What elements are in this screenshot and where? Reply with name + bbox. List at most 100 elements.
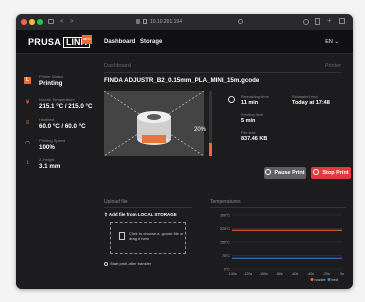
y-tick-label: 300°C xyxy=(220,214,230,218)
language-selector[interactable]: EN ⌄ xyxy=(325,38,339,46)
stop-print-label: Stop Print xyxy=(322,170,349,176)
nav-dashboard[interactable]: Dashboard xyxy=(104,38,135,46)
close-window-button[interactable] xyxy=(21,19,27,25)
sidebar-label: Printing Speed xyxy=(39,138,66,143)
z-height-icon: ↕ xyxy=(26,160,29,166)
remaining-time-label: Remaining time xyxy=(241,94,269,99)
file-size-value: 837.46 KB xyxy=(241,136,268,142)
y-tick-label: 0°C xyxy=(224,268,230,272)
logo-prusa: PRUSA xyxy=(28,37,62,47)
printer-label: Printer xyxy=(324,63,341,69)
sidebar-icon[interactable] xyxy=(48,19,54,24)
x-tick-label: -40s xyxy=(307,272,314,276)
sidebar-z-height: ↕ Z-Height 3.1 mm xyxy=(24,157,102,177)
legend-marker-bed xyxy=(327,278,331,281)
add-local-file-label: Add file from LOCAL STORAGE xyxy=(108,212,177,217)
page-icon xyxy=(143,19,147,24)
divider xyxy=(104,72,341,73)
prusa-link-logo[interactable]: PRUSA LINK BETA xyxy=(28,35,93,48)
stop-icon xyxy=(313,169,320,175)
upload-title: Upload file xyxy=(104,199,128,205)
app-navbar: PRUSA LINK BETA Dashboard Storage EN ⌄ xyxy=(16,31,353,54)
x-tick-label: -120s xyxy=(243,272,252,276)
print-thumbnail xyxy=(104,91,204,156)
print-filename: FINDA ADJUSTR_B2_0.15mm_PLA_MINI_15m.gco… xyxy=(104,77,260,84)
pause-icon xyxy=(265,169,272,175)
y-tick-label: 150°C xyxy=(220,241,230,245)
nav-storage[interactable]: Storage xyxy=(140,38,162,46)
estimated-end-value: Today at 17:48 xyxy=(292,100,330,106)
start-after-label: Start print after transfer xyxy=(110,261,152,266)
file-dropzone[interactable]: Click to choose a .gcode file or drag it… xyxy=(110,222,186,254)
pause-print-button[interactable]: Pause Print xyxy=(264,167,306,179)
browser-window: < > 10.10.201.194 + PRUSA LINK BETA Dashb… xyxy=(16,14,353,289)
file-icon xyxy=(119,232,125,240)
stop-print-button[interactable]: Stop Print xyxy=(311,167,351,179)
remaining-time-value: 11 min xyxy=(241,100,259,106)
browser-titlebar: < > 10.10.201.194 + xyxy=(16,14,353,31)
legend-marker-nozzle xyxy=(310,278,314,281)
x-tick-label: -100s xyxy=(259,272,268,276)
sidebar-label: Heatbed xyxy=(39,117,55,122)
temperatures-title: Temperatures xyxy=(210,199,241,205)
start-after-transfer[interactable]: Start print after transfer xyxy=(104,261,151,266)
sidebar-printer-status: L Printer Status Printing xyxy=(24,74,102,94)
legend-label-nozzle: nozzle xyxy=(315,278,326,281)
zoom-window-button[interactable] xyxy=(37,19,43,25)
clock-icon xyxy=(228,96,235,103)
sidebar-label: Nozzle Temperature xyxy=(39,97,75,102)
sidebar: L Printer Status Printing ¥ Nozzle Tempe… xyxy=(16,54,104,289)
download-icon[interactable] xyxy=(303,19,309,25)
divider xyxy=(104,207,192,208)
heatbed-icon: ≡ xyxy=(25,120,30,126)
shield-icon xyxy=(136,19,140,24)
progress-fill xyxy=(209,143,212,156)
printer-icon: L xyxy=(24,77,31,84)
breadcrumb: Dashboard xyxy=(104,63,131,69)
sidebar-nozzle-temp: ¥ Nozzle Temperature 215.1 °C / 215.0 °C xyxy=(24,97,102,117)
x-tick-label: 0s xyxy=(340,272,344,276)
dropzone-text: Click to choose a .gcode file or drag it… xyxy=(129,231,184,241)
logo-link: LINK BETA xyxy=(63,35,93,48)
nozzle-icon: ¥ xyxy=(25,100,30,106)
sidebar-value: 3.1 mm xyxy=(39,163,61,170)
sidebar-value: 60.0 °C / 60.0 °C xyxy=(39,123,86,130)
sidebar-label: Z-Height xyxy=(39,157,55,162)
y-tick-label: 225°C xyxy=(220,227,230,231)
temperature-chart: 0°C 75°C 150°C 225°C 300°C -140s -120s -100s -80… xyxy=(220,214,344,281)
x-tick-label: -80s xyxy=(276,272,283,276)
sidebar-label: Printer Status xyxy=(39,74,64,79)
progress-bar xyxy=(209,91,212,156)
y-tick-label: 75°C xyxy=(222,254,230,258)
tabs-icon[interactable] xyxy=(339,18,345,24)
divider xyxy=(210,207,346,208)
printing-time-value: 5 min xyxy=(241,118,256,124)
legend-label-bed: bed xyxy=(332,278,338,281)
address-text: 10.10.201.194 xyxy=(150,19,182,25)
reload-icon[interactable] xyxy=(238,19,243,24)
sidebar-printing-speed: ◠ Printing Speed 100% xyxy=(24,138,102,158)
new-tab-icon[interactable]: + xyxy=(327,15,332,27)
beta-badge: BETA xyxy=(82,35,93,44)
x-tick-label: -20s xyxy=(323,272,330,276)
main-content: Dashboard Printer FINDA ADJUSTR_B2_0.15m… xyxy=(104,54,353,289)
address-bar[interactable]: 10.10.201.194 xyxy=(136,17,236,27)
estimated-end-label: Estimated end xyxy=(292,94,318,99)
progress-percent: 20% xyxy=(194,127,207,133)
speed-icon: ◠ xyxy=(24,141,31,147)
printing-time-label: Printing time xyxy=(241,112,264,117)
share-icon[interactable] xyxy=(315,18,320,25)
back-icon[interactable]: < xyxy=(60,16,64,28)
sidebar-heatbed: ≡ Heatbed 60.0 °C / 60.0 °C xyxy=(24,117,102,137)
minimize-window-button[interactable] xyxy=(29,19,35,25)
add-local-file-link[interactable]: ⇪ Add file from LOCAL STORAGE xyxy=(104,212,177,218)
sidebar-value: Printing xyxy=(39,80,63,87)
file-size-label: File size xyxy=(241,130,256,135)
x-tick-label: -60s xyxy=(291,272,298,276)
radio-icon[interactable] xyxy=(104,262,108,266)
forward-icon[interactable]: > xyxy=(70,16,74,28)
sidebar-value: 215.1 °C / 215.0 °C xyxy=(39,103,93,110)
x-tick-label: -140s xyxy=(228,272,237,276)
pause-print-label: Pause Print xyxy=(274,170,305,176)
sidebar-value: 100% xyxy=(39,144,55,151)
